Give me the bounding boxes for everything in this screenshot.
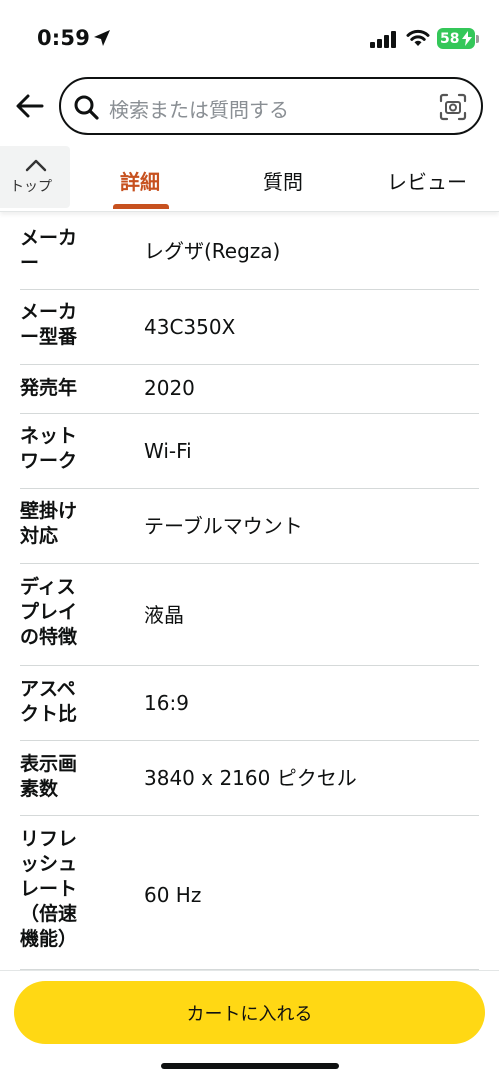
spec-label: メーカー (20, 227, 78, 274)
table-row: 発売年 2020 (0, 365, 499, 414)
section-tabs: トップ 詳細 質問 レビュー (0, 146, 499, 212)
spec-label: メーカー型番 (20, 301, 78, 348)
spec-value: レグザ(Regza) (144, 239, 281, 263)
spec-label: ディスプレイの特徴 (20, 576, 78, 648)
spec-value: 3840 x 2160 ピクセル (144, 766, 357, 790)
spec-value: Wi-Fi (144, 439, 192, 463)
table-row: メーカー型番 43C350X (0, 290, 499, 365)
table-row: 表示画素数 3840 x 2160 ピクセル (0, 741, 499, 816)
spec-label: リフレッシュレート（倍速機能） (20, 828, 78, 950)
search-icon (74, 95, 99, 120)
location-arrow-icon (94, 30, 110, 46)
battery-cap (476, 35, 479, 43)
camera-scan-icon[interactable] (439, 93, 467, 121)
bottom-action-bar: カートに入れる (0, 970, 499, 1080)
spec-value: 16:9 (144, 691, 189, 715)
table-row: ディスプレイの特徴 液晶 (0, 564, 499, 666)
spec-label: ネットワーク (20, 425, 78, 472)
table-row: メーカー レグザ(Regza) (0, 213, 499, 290)
tab-reviews[interactable]: レビュー (387, 166, 467, 195)
tab-questions[interactable]: 質問 (263, 166, 303, 195)
status-bar: 0:59 58 (0, 0, 499, 72)
back-to-top-button[interactable]: トップ (0, 146, 70, 208)
cellular-signal-icon (370, 31, 396, 48)
spec-label: アスペクト比 (20, 678, 78, 725)
table-row: ネットワーク Wi-Fi (0, 414, 499, 489)
search-header: 検索または質問する (0, 72, 499, 142)
search-input[interactable]: 検索または質問する (59, 77, 483, 135)
product-detail-screen: 0:59 58 検索または質問する トップ 詳細 質問 レビュー メーカー レグ… (0, 0, 499, 1080)
table-row: リフレッシュレート（倍速機能） 60 Hz (0, 816, 499, 970)
back-arrow-icon[interactable] (14, 92, 46, 120)
add-to-cart-button[interactable]: カートに入れる (14, 981, 485, 1044)
status-time: 0:59 (37, 26, 91, 50)
wifi-icon (406, 29, 430, 46)
spec-value: テーブルマウント (144, 514, 303, 538)
spec-value: 43C350X (144, 315, 236, 339)
chevron-up-icon (25, 159, 47, 172)
spec-label: 壁掛け対応 (20, 500, 78, 547)
spec-value: 2020 (144, 376, 195, 400)
charging-bolt-icon (462, 31, 472, 46)
spec-label: 表示画素数 (20, 753, 78, 800)
spec-label: 発売年 (20, 377, 78, 399)
spec-value: 60 Hz (144, 883, 202, 907)
battery-level: 58 (440, 30, 460, 47)
home-indicator (161, 1063, 339, 1069)
back-to-top-label: トップ (10, 179, 52, 195)
search-placeholder: 検索または質問する (109, 98, 289, 122)
spec-value: 液晶 (144, 603, 184, 627)
table-row: アスペクト比 16:9 (0, 666, 499, 741)
tab-details[interactable]: 詳細 (120, 166, 160, 195)
active-tab-indicator (113, 204, 169, 209)
table-row: 壁掛け対応 テーブルマウント (0, 489, 499, 564)
